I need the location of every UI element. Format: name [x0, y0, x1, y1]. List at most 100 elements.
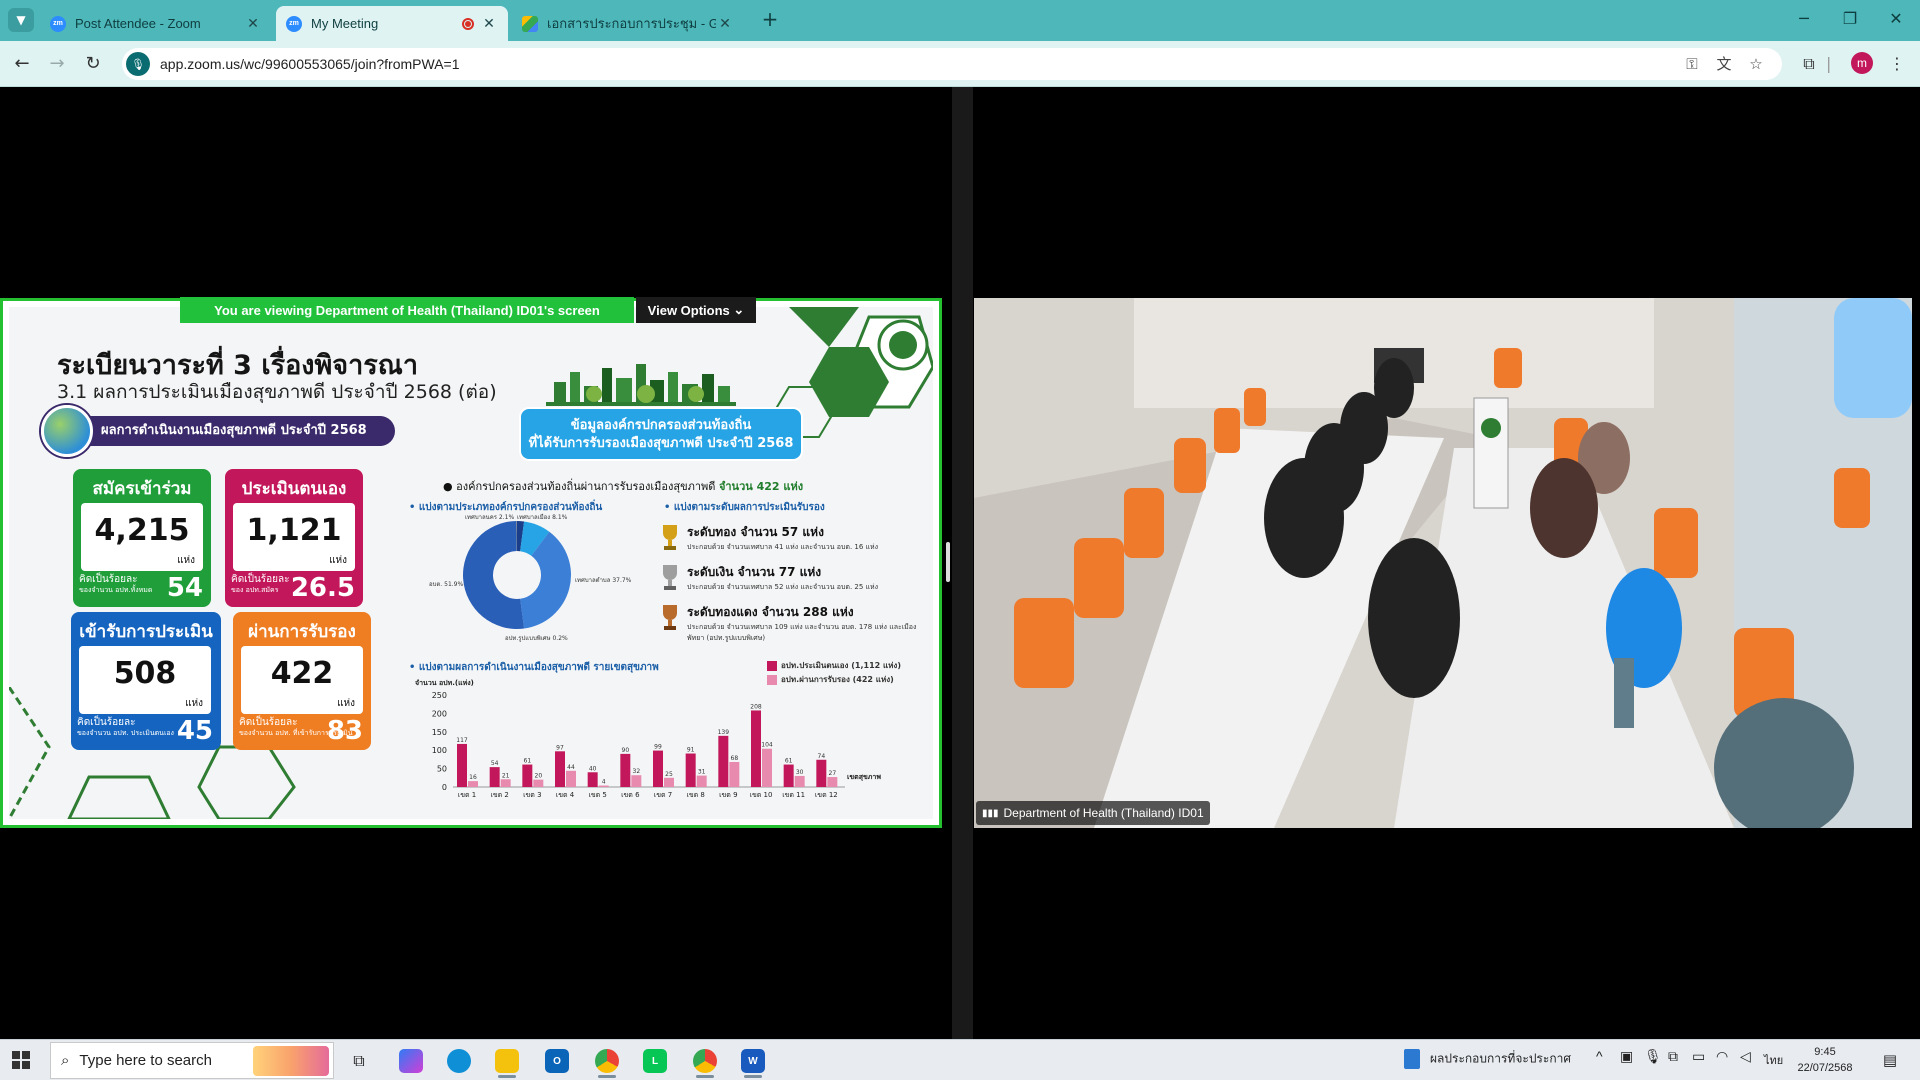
- search-placeholder: Type here to search: [79, 1052, 212, 1069]
- edge-browser-icon[interactable]: [442, 1044, 476, 1078]
- line-app-icon[interactable]: L: [638, 1044, 672, 1078]
- chrome-icon[interactable]: [688, 1044, 722, 1078]
- tab-label: My Meeting: [311, 16, 379, 31]
- bar-value-label: 139: [718, 729, 730, 736]
- tab-my-meeting[interactable]: zm My Meeting ✕: [276, 6, 508, 41]
- bar: [555, 751, 565, 787]
- tray-wifi-icon[interactable]: ◠: [1716, 1048, 1728, 1065]
- search-icon: ⌕: [61, 1052, 70, 1069]
- tab-close-icon[interactable]: ✕: [244, 15, 262, 32]
- info-box: ข้อมูลองค์กรปกครองส่วนท้องถิ่น ที่ได้รับ…: [519, 407, 803, 461]
- password-key-icon[interactable]: ⚿: [1680, 52, 1704, 76]
- bar: [729, 761, 740, 787]
- tier-silver: ระดับเงิน จำนวน 77 แห่ง ประกอบด้วย จำนวน…: [659, 563, 878, 593]
- section-pill: ผลการดำเนินงานเมืองสุขภาพดี ประจำปี 2568: [45, 416, 395, 446]
- window-close-icon[interactable]: ✕: [1873, 4, 1919, 34]
- bar-value-label: 99: [654, 744, 662, 751]
- chrome-profile-icon[interactable]: [590, 1044, 624, 1078]
- legend-swatch: [767, 660, 777, 671]
- y-tick-label: 250: [432, 691, 447, 700]
- tab-label: เอกสารประกอบการประชุม - Google: [547, 16, 716, 31]
- tab-post-attendee[interactable]: zm Post Attendee - Zoom ✕: [40, 6, 272, 41]
- word-icon[interactable]: W: [736, 1044, 770, 1078]
- presentation-slide: ระเบียนวาระที่ 3 เรื่องพิจารณา 3.1 ผลการ…: [9, 307, 933, 819]
- copilot-icon[interactable]: [394, 1044, 428, 1078]
- profile-avatar[interactable]: m: [1851, 52, 1873, 74]
- google-drive-favicon-icon: [522, 15, 538, 32]
- bar: [457, 743, 467, 787]
- task-view-icon[interactable]: ⧉: [342, 1044, 376, 1078]
- card-unit: แห่ง: [185, 698, 203, 709]
- bar-value-label: 20: [535, 773, 543, 780]
- tray-battery-icon[interactable]: ▭: [1692, 1048, 1705, 1065]
- address-bar[interactable]: 🎙 app.zoom.us/wc/99600553065/join?fromPW…: [122, 48, 1782, 80]
- site-info-icon[interactable]: 🎙: [126, 52, 150, 76]
- y-tick-label: 0: [442, 783, 447, 792]
- tray-microphone-icon[interactable]: 🎙: [1644, 1048, 1662, 1065]
- region-bar-chart: จำนวน อปท.(แห่ง) 0 50 100 150 200 250 117 16 เขต …: [415, 679, 881, 799]
- bar-value-label: 31: [698, 769, 706, 776]
- taskbar-search-box[interactable]: ⌕ Type here to search: [50, 1042, 334, 1079]
- zoom-favicon-icon: zm: [50, 15, 66, 32]
- tray-screen-share-icon[interactable]: ⧉: [1668, 1048, 1678, 1065]
- card-title: ประเมินตนเอง: [241, 479, 347, 499]
- translate-icon[interactable]: 文: [1712, 52, 1736, 76]
- card-percent: 83: [326, 716, 363, 746]
- window-restore-icon[interactable]: ❐: [1827, 4, 1873, 34]
- system-clock[interactable]: 9:45 22/07/2568: [1780, 1044, 1870, 1076]
- donut-label: เทศบาลเมือง 8.1%: [517, 514, 568, 521]
- tier-title: ระดับทองแดง จำนวน 288 แห่ง: [687, 605, 854, 619]
- notification-center-icon[interactable]: ▤: [1878, 1048, 1902, 1072]
- window-minimize-icon[interactable]: ─: [1781, 4, 1827, 34]
- bar-value-label: 27: [829, 770, 837, 777]
- bar: [587, 772, 598, 787]
- card-unit: แห่ง: [177, 555, 195, 566]
- participant-video[interactable]: [974, 298, 1912, 828]
- forward-arrow-icon[interactable]: →: [44, 51, 70, 77]
- tray-expand-chevron-icon[interactable]: ^: [1596, 1048, 1603, 1064]
- bar-value-label: 40: [589, 765, 597, 772]
- url-text[interactable]: app.zoom.us/wc/99600553065/join?fromPWA=…: [160, 56, 460, 72]
- x-tick-label: เขต 12: [815, 791, 838, 799]
- tier-desc: ประกอบด้วย จำนวนเทศบาล 52 แห่ง และจำนวน …: [687, 583, 879, 591]
- tier-desc: ประกอบด้วย จำนวนเทศบาล 41 แห่ง และจำนวน …: [687, 543, 879, 551]
- resize-handle[interactable]: [946, 542, 950, 582]
- x-tick-label: เขต 1: [458, 791, 476, 799]
- tab-search-chevron-icon[interactable]: ▼: [8, 8, 34, 32]
- outlook-icon[interactable]: O: [540, 1044, 574, 1078]
- tray-volume-icon[interactable]: ◁: [1740, 1048, 1751, 1065]
- bar-value-label: 117: [456, 737, 468, 744]
- clock-time: 9:45: [1814, 1046, 1836, 1058]
- view-options-button[interactable]: View Options ⌄: [636, 297, 756, 323]
- reload-icon[interactable]: ↻: [80, 51, 106, 77]
- y-tick-label: 150: [432, 728, 447, 737]
- bar: [500, 779, 511, 787]
- browser-menu-icon[interactable]: ⋮: [1884, 51, 1910, 77]
- back-arrow-icon[interactable]: ←: [9, 51, 35, 77]
- file-explorer-icon[interactable]: [490, 1044, 524, 1078]
- card-value: 4,215: [94, 513, 190, 548]
- donut-label: อบต. 51.9%: [429, 581, 464, 588]
- new-tab-plus-icon[interactable]: +: [758, 8, 782, 32]
- tab-close-icon[interactable]: ✕: [716, 15, 734, 32]
- bar: [664, 777, 674, 787]
- x-tick-label: เขต 11: [782, 791, 805, 799]
- tab-google-drive-doc[interactable]: เอกสารประกอบการประชุม - Google ✕: [512, 6, 744, 41]
- bar: [522, 764, 533, 787]
- tab-close-icon[interactable]: ✕: [480, 15, 498, 32]
- bar-value-label: 61: [785, 758, 793, 765]
- tray-device-icon[interactable]: ▣: [1620, 1048, 1633, 1065]
- windows-start-icon[interactable]: [12, 1051, 30, 1069]
- extensions-puzzle-icon[interactable]: ⧉: [1796, 51, 1822, 77]
- chevron-down-icon: ⌄: [733, 302, 745, 317]
- slide-subtitle: 3.1 ผลการประเมินเมืองสุขภาพดี ประจำปี 25…: [57, 381, 497, 403]
- x-tick-label: เขต 2: [490, 791, 508, 799]
- tier-desc: ประกอบด้วย จำนวนเทศบาล 109 แห่ง และจำนวน…: [687, 623, 917, 642]
- split-divider[interactable]: [952, 87, 973, 1039]
- taskbar-document-item[interactable]: ผลประกอบการที่จะประกาศ: [1404, 1049, 1571, 1069]
- tier-title: ระดับเงิน จำนวน 77 แห่ง: [687, 565, 822, 579]
- card-unit: แห่ง: [337, 698, 355, 709]
- tier-bronze: ระดับทองแดง จำนวน 288 แห่ง ประกอบด้วย จำ…: [659, 603, 923, 644]
- bookmark-star-icon[interactable]: ☆: [1744, 52, 1768, 76]
- bar: [685, 753, 696, 787]
